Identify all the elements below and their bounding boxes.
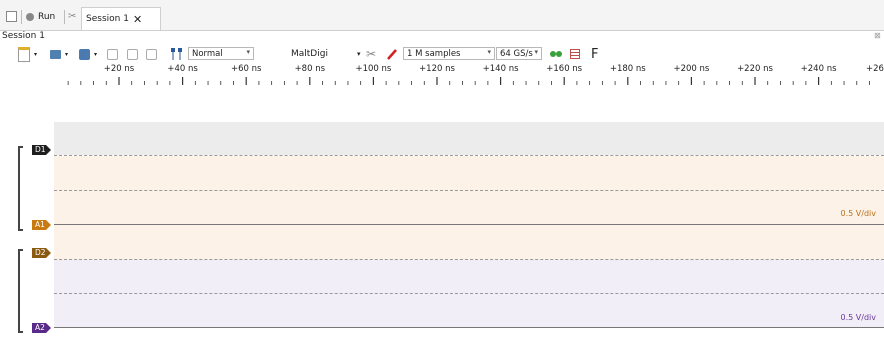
display-mode-value: Normal (192, 48, 223, 59)
close-icon[interactable]: ✕ (133, 13, 142, 26)
zoom-in-button[interactable] (146, 47, 157, 61)
tick-label: +40 ns (167, 64, 198, 74)
channel-label: A2 (35, 323, 45, 332)
run-label: Run (38, 11, 56, 22)
table-icon (570, 49, 580, 59)
tick-label: +20 ns (103, 64, 135, 74)
a2-baseline (54, 327, 884, 328)
new-button[interactable]: ▾ (18, 46, 38, 62)
tick-label: +200 ns (673, 64, 710, 74)
tick-label: +220 ns (737, 64, 773, 74)
channel-label: D2 (35, 248, 46, 257)
tick-label: +160 ns (546, 64, 583, 74)
tick-label: +140 ns (482, 64, 519, 74)
chevron-down-icon: ▾ (357, 50, 361, 58)
zoom-out-icon (107, 48, 118, 60)
chevron-down-icon: ▾ (65, 50, 69, 58)
configure-button[interactable]: ✂ (366, 47, 376, 61)
chevron-down-icon: ▾ (34, 50, 38, 58)
gridline (54, 190, 884, 191)
gridline (54, 293, 884, 294)
sample-rate-select[interactable]: 64 GS/s ▾ (496, 47, 542, 60)
channel-marker-d1[interactable]: D1 (32, 145, 51, 155)
f-label: F (591, 46, 599, 62)
group-bracket-1 (18, 146, 23, 231)
chevron-down-icon: ▾ (534, 48, 538, 56)
zoom-fit-icon (127, 48, 138, 60)
zoom-out-button[interactable] (107, 47, 118, 61)
toolbar: ▾ ▾ ▾ Normal ▾ MaltDigi ▾ ✂ 1 M samples (0, 44, 884, 64)
separator (64, 10, 65, 24)
a2-scale-label: 0.5 V/div (840, 313, 876, 322)
channel-marker-a1[interactable]: A1 (32, 220, 51, 230)
separator (21, 10, 22, 24)
tab-session-label: Session 1 (86, 14, 129, 24)
folder-icon (50, 49, 61, 59)
open-button[interactable]: ▾ (50, 47, 68, 61)
samples-select[interactable]: 1 M samples ▾ (403, 47, 495, 60)
probe-button[interactable] (386, 47, 398, 61)
a2-band (54, 260, 884, 328)
instrument-dropdown[interactable]: ▾ (357, 47, 361, 61)
instrument-select[interactable]: MaltDigi (291, 47, 328, 61)
chevron-down-icon: ▾ (94, 50, 98, 58)
sample-rate-value: 64 GS/s (500, 48, 533, 59)
run-icon (26, 12, 34, 21)
tab-bar: Run ✂ Session 1 ✕ (0, 0, 884, 31)
waveform-area[interactable]: 0.5 V/div 0.5 V/div (54, 92, 884, 340)
samples-value: 1 M samples (407, 48, 461, 59)
tick-label: +260 (866, 64, 884, 74)
link-icon (550, 51, 562, 57)
d2-band (54, 225, 884, 260)
instrument-value: MaltDigi (291, 49, 328, 59)
tick-label: +180 ns (609, 64, 646, 74)
tick-label: +60 ns (230, 64, 262, 74)
group-bracket-2 (18, 249, 23, 333)
a1-scale-label: 0.5 V/div (840, 209, 876, 218)
time-ruler[interactable]: +20 ns +40 ns +60 ns +80 ns +100 ns +120 ns +1… (0, 64, 884, 92)
chevron-down-icon: ▾ (246, 48, 250, 56)
export-button[interactable]: ▾ (79, 47, 97, 61)
tools-icon: ✂ (366, 47, 377, 61)
new-file-icon (18, 46, 30, 62)
tick-label: +100 ns (355, 64, 392, 74)
session-row: Session 1 ⊠ (0, 31, 884, 43)
display-mode-select[interactable]: Normal ▾ (188, 47, 254, 60)
export-icon (79, 48, 90, 60)
channel-marker-a2[interactable]: A2 (32, 323, 51, 333)
zoom-in-icon (146, 48, 157, 60)
pane-options-icon[interactable]: ⊠ (874, 31, 881, 40)
checkbox-icon (6, 11, 17, 22)
channel-label: D1 (35, 145, 46, 154)
f-button[interactable]: F (591, 46, 599, 62)
d1-band (54, 122, 884, 155)
ruler-ticks (67, 77, 870, 85)
tick-label: +240 ns (800, 64, 837, 74)
table-button[interactable] (570, 47, 580, 61)
cursor-markers-icon (171, 48, 182, 60)
channel-label: A1 (35, 220, 45, 229)
chevron-down-icon: ▾ (487, 48, 491, 56)
session-title: Session 1 (2, 31, 45, 41)
channel-marker-d2[interactable]: D2 (32, 248, 51, 258)
checkbox-button[interactable] (6, 9, 17, 24)
link-button[interactable] (549, 47, 563, 61)
blank-band (54, 92, 884, 122)
cursors-button[interactable] (170, 47, 184, 61)
tools-button[interactable]: ✂ (68, 9, 76, 24)
tick-label: +120 ns (419, 64, 455, 74)
tick-label: +80 ns (294, 64, 326, 74)
wrench-icon: ✂ (68, 11, 77, 22)
probe-icon (387, 49, 397, 60)
run-button[interactable]: Run (26, 9, 55, 24)
tab-session-1[interactable]: Session 1 ✕ (81, 7, 161, 30)
zoom-fit-button[interactable] (127, 47, 138, 61)
